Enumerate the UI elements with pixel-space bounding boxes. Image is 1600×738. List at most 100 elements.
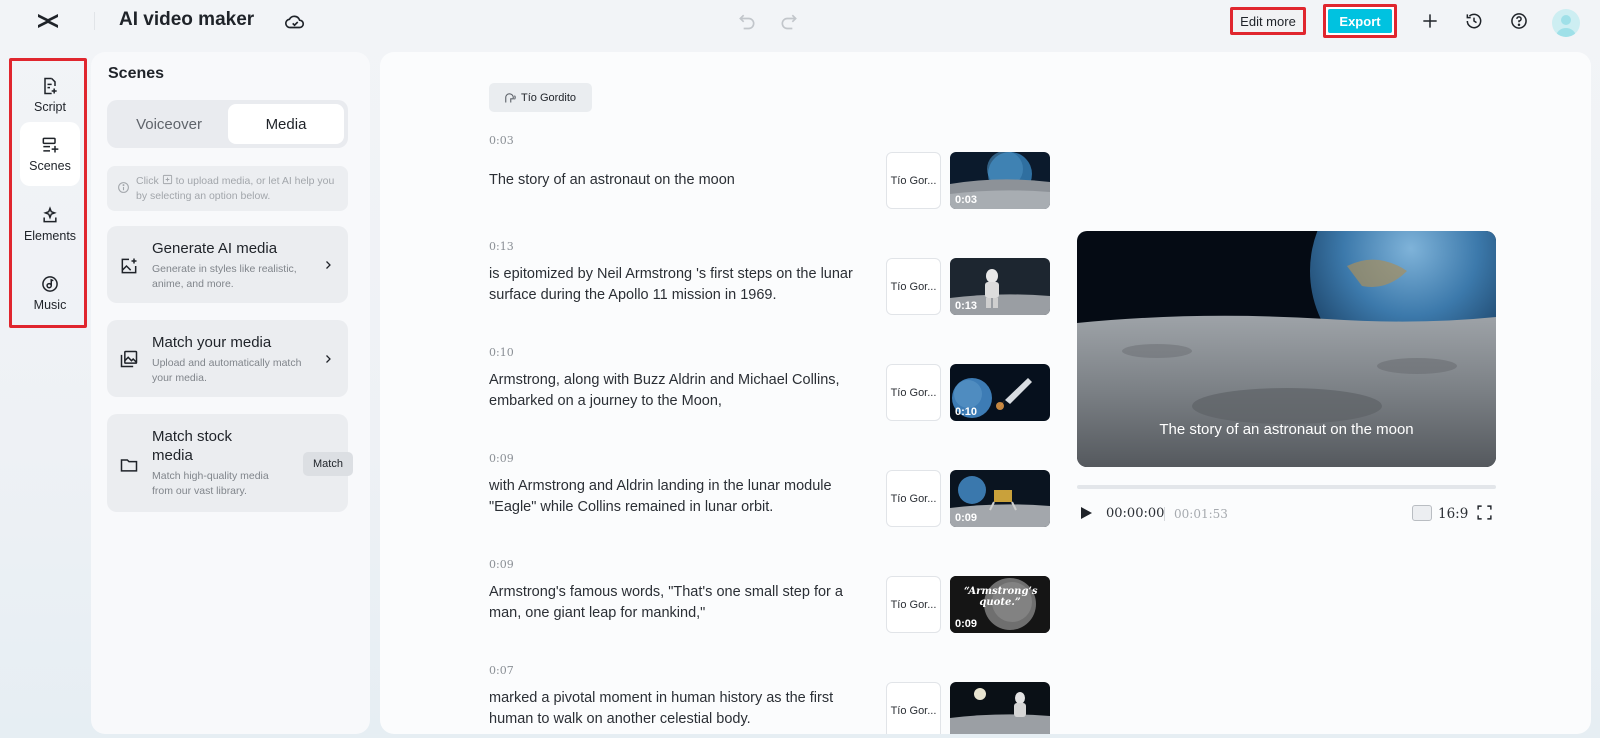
scene-row[interactable]: 0:07 marked a pivotal moment in human hi…	[489, 664, 1050, 734]
scene-voice-button[interactable]: Tío Gor...	[886, 470, 941, 527]
thumbnail-duration: 0:10	[955, 406, 978, 418]
thumbnail-duration: 0:03	[955, 194, 978, 206]
scene-duration: 0:07	[489, 664, 514, 677]
scenes-panel: Scenes Voiceover Media Click to upload m…	[91, 52, 370, 734]
scene-text[interactable]: Armstrong, along with Buzz Aldrin and Mi…	[489, 370, 874, 412]
scene-voice-button[interactable]: Tío Gor...	[886, 682, 941, 734]
scene-text[interactable]: Armstrong's famous words, "That's one sm…	[489, 582, 874, 624]
export-button-label: Export	[1328, 9, 1392, 33]
play-icon[interactable]	[1079, 506, 1093, 520]
export-button[interactable]: Export	[1323, 4, 1397, 38]
scene-duration: 0:03	[489, 134, 514, 147]
scene-thumbnail[interactable]: 0:09	[950, 470, 1050, 527]
card-title: Match your media	[152, 334, 272, 351]
scene-thumbnail[interactable]: “Armstrong’s quote.” 0:09	[950, 576, 1050, 633]
video-preview[interactable]: The story of an astronaut on the moon	[1077, 231, 1496, 467]
scene-row[interactable]: 0:10 Armstrong, along with Buzz Aldrin a…	[489, 346, 1050, 446]
chevron-right-icon	[326, 261, 331, 269]
capcut-logo-icon[interactable]	[35, 10, 61, 32]
ai-image-icon	[121, 258, 137, 274]
scenes-tab-switch: Voiceover Media	[107, 100, 348, 148]
rail-item-elements[interactable]: Elements	[20, 192, 80, 256]
script-icon	[44, 77, 57, 95]
upload-hint: Click to upload media, or let AI help yo…	[107, 166, 348, 211]
card-title: Match stock media	[152, 428, 233, 464]
edit-more-button[interactable]: Edit more	[1230, 7, 1306, 35]
scene-voice-button[interactable]: Tío Gor...	[886, 152, 941, 209]
rail-item-script[interactable]: Script	[20, 63, 80, 127]
divider	[94, 12, 95, 30]
rail-item-label: Script	[34, 100, 66, 114]
panel-title: Scenes	[108, 65, 165, 82]
rail-item-label: Elements	[23, 229, 77, 243]
scene-row[interactable]: 0:09 with Armstrong and Aldrin landing i…	[489, 452, 1050, 552]
voice-icon	[505, 93, 516, 103]
undo-icon[interactable]	[737, 11, 757, 31]
scene-row[interactable]: 0:03 The story of an astronaut on the mo…	[489, 134, 1050, 234]
scene-thumbnail[interactable]: 0:03	[950, 152, 1050, 209]
app-title: AI video maker	[119, 9, 255, 30]
scene-duration: 0:10	[489, 346, 514, 359]
rail-item-music[interactable]: Music	[20, 261, 80, 325]
moonwalk-image	[950, 682, 1050, 734]
total-time: 00:01:53	[1174, 507, 1228, 521]
plus-icon[interactable]	[1420, 11, 1440, 31]
tab-voiceover[interactable]: Voiceover	[111, 104, 227, 144]
playback-progress-bar[interactable]	[1077, 485, 1496, 489]
match-button[interactable]: Match	[303, 452, 353, 476]
current-time: 00:00:00	[1106, 506, 1165, 521]
scene-duration: 0:13	[489, 240, 514, 253]
voice-selector[interactable]: Tío Gordito	[489, 83, 592, 112]
match-your-media-card[interactable]: Match your media Upload and automaticall…	[107, 320, 348, 397]
chevron-right-icon	[326, 355, 331, 363]
rail-item-scenes[interactable]: Scenes	[20, 122, 80, 186]
history-icon[interactable]	[1464, 11, 1484, 31]
scene-row[interactable]: 0:09 Armstrong's famous words, "That's o…	[489, 558, 1050, 658]
scene-voice-button[interactable]: Tío Gor...	[886, 576, 941, 633]
card-desc: Upload and automatically match your medi…	[152, 357, 302, 384]
gallery-icon	[120, 350, 138, 368]
card-desc: Generate in styles like realistic, anime…	[152, 263, 297, 290]
elements-icon	[43, 206, 57, 223]
avatar[interactable]	[1552, 9, 1580, 37]
generate-ai-media-card[interactable]: Generate AI media Generate in styles lik…	[107, 226, 348, 303]
folder-icon	[120, 459, 138, 472]
scene-text[interactable]: marked a pivotal moment in human history…	[489, 688, 874, 730]
left-rail: Script Scenes Elements Music	[9, 58, 87, 328]
scene-voice-button[interactable]: Tío Gor...	[886, 258, 941, 315]
scene-duration: 0:09	[489, 452, 514, 465]
tab-media[interactable]: Media	[228, 104, 344, 144]
scene-row[interactable]: 0:13 is epitomized by Neil Armstrong 's …	[489, 240, 1050, 340]
scene-duration: 0:09	[489, 558, 514, 571]
rail-item-label: Music	[33, 298, 67, 312]
time-divider	[1164, 507, 1165, 521]
music-icon	[42, 276, 58, 292]
add-media-icon	[162, 174, 172, 185]
card-desc: Match high-quality media from our vast l…	[152, 470, 269, 497]
preview-subtitle: The story of an astronaut on the moon	[1159, 421, 1414, 438]
match-stock-media-card[interactable]: Match stock media Match high-quality med…	[107, 414, 353, 512]
thumbnail-duration: 0:09	[955, 512, 978, 524]
rail-item-label: Scenes	[29, 159, 71, 173]
card-title: Generate AI media	[152, 240, 278, 257]
fullscreen-icon[interactable]	[1476, 504, 1493, 521]
help-icon[interactable]	[1509, 11, 1529, 31]
thumbnail-duration: 0:13	[955, 300, 978, 312]
scenes-icon	[42, 137, 59, 153]
scene-thumbnail[interactable]: 0:10	[950, 364, 1050, 421]
scene-thumbnail[interactable]: 0:13	[950, 258, 1050, 315]
thumbnail-quote-text: “Armstrong’s quote.”	[964, 586, 1038, 608]
cloud-icon[interactable]	[284, 11, 306, 33]
aspect-ratio-icon[interactable]	[1412, 505, 1432, 521]
main-panel: Tío Gordito 0:03 The story of an astrona…	[380, 52, 1591, 734]
scene-voice-button[interactable]: Tío Gor...	[886, 364, 941, 421]
thumbnail-duration: 0:09	[955, 618, 978, 630]
scene-text[interactable]: with Armstrong and Aldrin landing in the…	[489, 476, 874, 518]
scene-text[interactable]: The story of an astronaut on the moon	[489, 170, 874, 191]
hint-text-start: Click	[136, 175, 159, 187]
redo-icon[interactable]	[779, 11, 799, 31]
scene-text[interactable]: is epitomized by Neil Armstrong 's first…	[489, 264, 874, 306]
info-icon	[118, 182, 129, 193]
scene-thumbnail[interactable]	[950, 682, 1050, 734]
aspect-ratio-value[interactable]: 16:9	[1438, 506, 1468, 522]
